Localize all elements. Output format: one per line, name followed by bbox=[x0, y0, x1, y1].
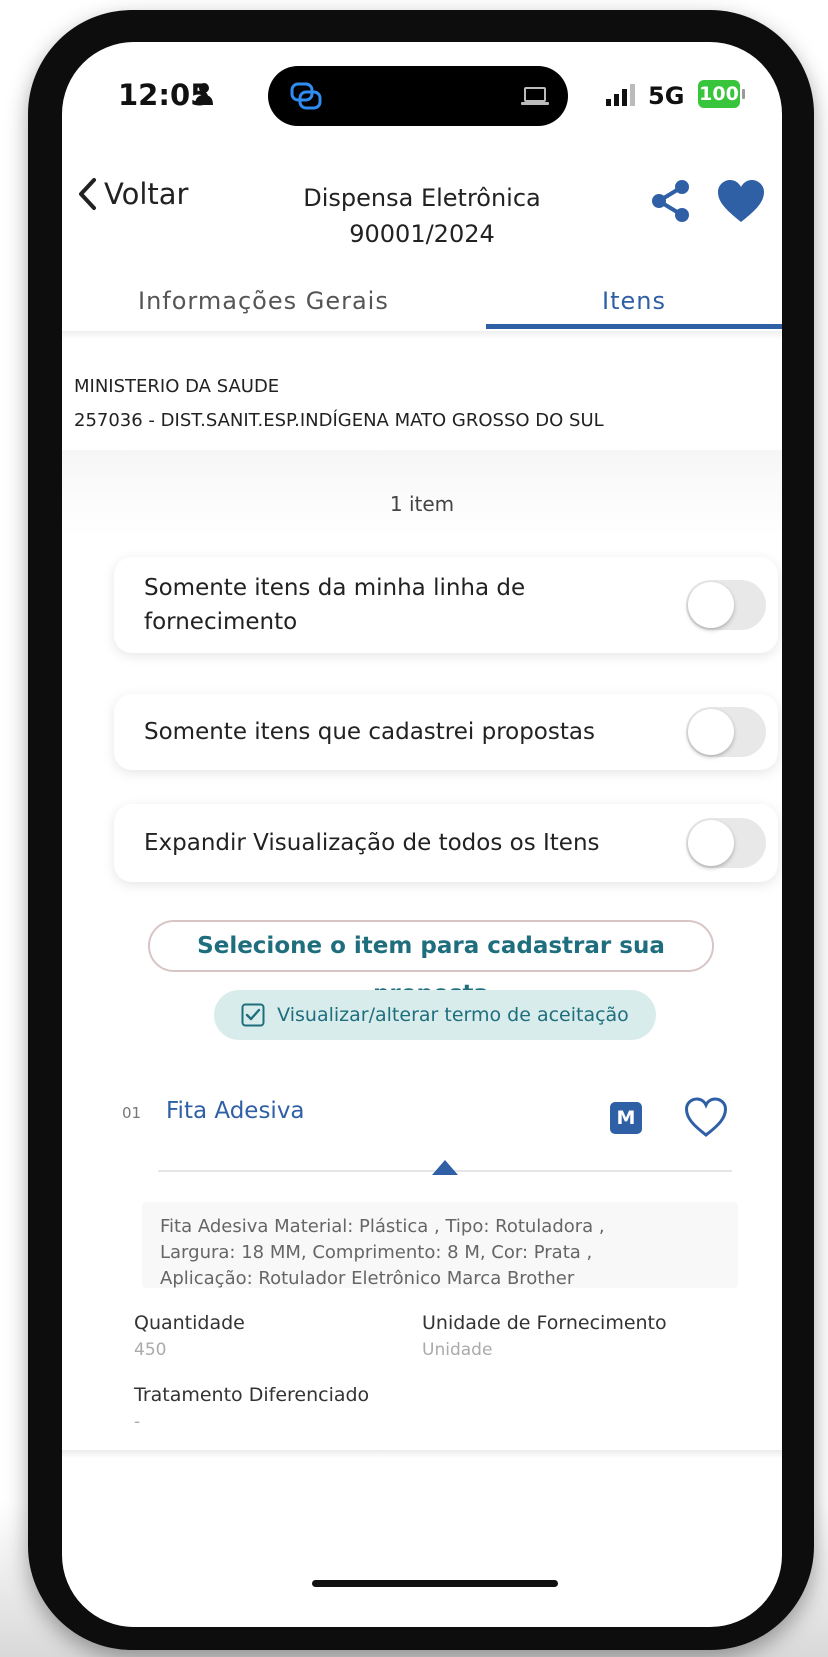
filter-label-my-proposals: Somente itens que cadastrei propostas bbox=[144, 719, 595, 745]
item-description-line3: Aplicação: Rotulador Eletrônico Marca Br… bbox=[160, 1268, 575, 1289]
screen: 12:05 5G 100 Voltar Dispensa Eletrônica … bbox=[62, 42, 782, 1627]
checkbox-icon bbox=[241, 1003, 265, 1027]
quantity-value: 450 bbox=[134, 1340, 167, 1360]
toggle-my-proposals[interactable] bbox=[686, 707, 766, 757]
phone-frame: 12:05 5G 100 Voltar Dispensa Eletrônica … bbox=[28, 10, 814, 1650]
select-item-button[interactable]: Selecione o item para cadastrar sua prop… bbox=[148, 920, 714, 1007]
chevron-left-icon bbox=[79, 178, 96, 210]
filter-label-supply-line: Somente itens da minha linha de fornecim… bbox=[144, 571, 525, 639]
page-title: Dispensa Eletrônica 90001/2024 bbox=[232, 180, 612, 252]
active-tab-indicator bbox=[486, 324, 782, 329]
network-type: 5G bbox=[648, 82, 685, 110]
page-title-line2: 90001/2024 bbox=[349, 220, 495, 248]
filter-card-expand-all: Expandir Visualização de todos os Itens bbox=[114, 804, 778, 882]
heart-outline-icon[interactable] bbox=[684, 1096, 728, 1138]
item-description-line1: Fita Adesiva Material: Plástica , Tipo: … bbox=[160, 1216, 605, 1237]
quantity-label: Quantidade bbox=[134, 1312, 245, 1334]
status-bar: 12:05 5G 100 bbox=[62, 42, 782, 132]
filter-card-supply-line: Somente itens da minha linha de fornecim… bbox=[114, 557, 778, 653]
dynamic-island bbox=[268, 66, 568, 126]
filter-card-my-proposals: Somente itens que cadastrei propostas bbox=[114, 694, 778, 770]
tab-itens[interactable]: Itens bbox=[602, 287, 666, 315]
favorite-heart-icon[interactable] bbox=[716, 178, 766, 224]
terms-button[interactable]: Visualizar/alterar termo de aceitação bbox=[214, 990, 656, 1040]
share-icon[interactable] bbox=[648, 178, 692, 224]
item-description-line2: Largura: 18 MM, Comprimento: 8 M, Cor: P… bbox=[160, 1242, 593, 1263]
unit-label: Unidade de Fornecimento bbox=[422, 1312, 667, 1334]
toggle-expand-all[interactable] bbox=[686, 818, 766, 868]
organization-info: MINISTERIO DA SAUDE 257036 - DIST.SANIT.… bbox=[74, 370, 604, 438]
screen-mirroring-icon bbox=[290, 82, 322, 110]
tab-informacoes-gerais[interactable]: Informações Gerais bbox=[138, 287, 389, 315]
item-number: 01 bbox=[122, 1104, 142, 1122]
item-title[interactable]: Fita Adesiva bbox=[166, 1098, 305, 1124]
filter-label-expand-all: Expandir Visualização de todos os Itens bbox=[144, 830, 600, 856]
toggle-knob bbox=[688, 582, 734, 628]
item-description: Fita Adesiva Material: Plástica , Tipo: … bbox=[160, 1214, 720, 1292]
terms-label: Visualizar/alterar termo de aceitação bbox=[277, 1004, 629, 1026]
filter-label-line2: fornecimento bbox=[144, 609, 298, 635]
item-count: 1 item bbox=[389, 492, 455, 516]
caret-up-icon[interactable] bbox=[430, 1158, 460, 1176]
toggle-supply-line[interactable] bbox=[686, 580, 766, 630]
treatment-value: - bbox=[134, 1412, 141, 1432]
person-icon bbox=[195, 83, 213, 105]
filter-label-line1: Somente itens da minha linha de bbox=[144, 575, 526, 601]
unit-value: Unidade bbox=[422, 1340, 493, 1360]
signal-icon bbox=[606, 84, 635, 106]
back-button[interactable]: Voltar bbox=[76, 177, 188, 211]
unit-name: 257036 - DIST.SANIT.ESP.INDÍGENA MATO GR… bbox=[74, 410, 604, 431]
item-description-box: Fita Adesiva Material: Plástica , Tipo: … bbox=[142, 1202, 738, 1289]
home-indicator[interactable] bbox=[312, 1580, 558, 1587]
battery-icon: 100 bbox=[698, 80, 740, 108]
back-label: Voltar bbox=[104, 177, 189, 211]
page-title-line1: Dispensa Eletrônica bbox=[303, 184, 541, 212]
toggle-knob bbox=[688, 709, 734, 755]
item-badge: M bbox=[610, 1102, 642, 1134]
toggle-knob bbox=[688, 820, 734, 866]
laptop-icon bbox=[521, 87, 549, 105]
battery-cap bbox=[742, 89, 745, 99]
tab-divider bbox=[62, 331, 782, 339]
bottom-divider bbox=[62, 1450, 782, 1458]
ministry-name: MINISTERIO DA SAUDE bbox=[74, 376, 280, 397]
treatment-label: Tratamento Diferenciado bbox=[134, 1384, 370, 1406]
